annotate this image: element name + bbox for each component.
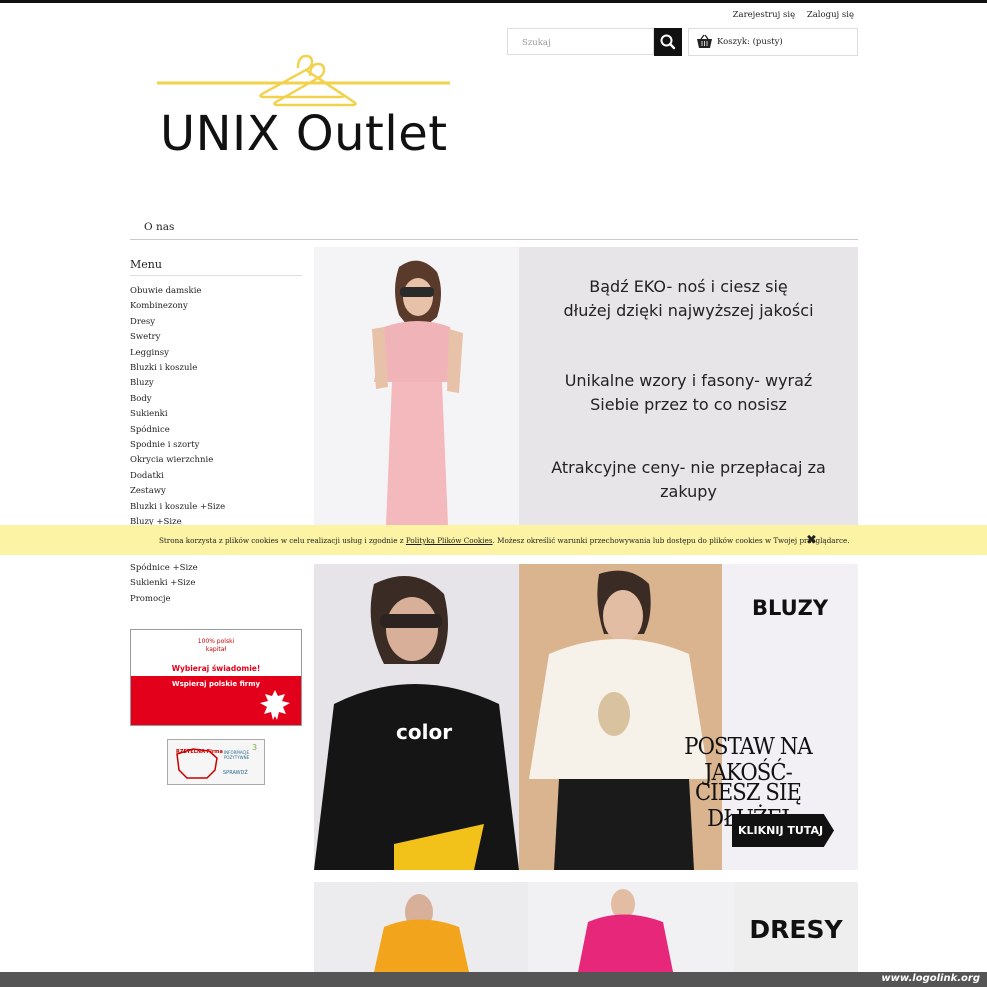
sidebar-item-sukienki-size[interactable]: Sukienki +Size — [130, 576, 198, 591]
rzetelna-title: RZETELNA Firma — [176, 749, 223, 755]
sidebar-menu: Menu Obuwie damskie Kombinezony Dresy Sw… — [130, 258, 302, 531]
dresy-model-photo-2 — [528, 882, 734, 972]
dresy-title: DRESY — [749, 915, 843, 944]
sidebar-item-bluzki[interactable]: Bluzki i koszule — [130, 361, 302, 376]
sidebar-item-spodnie[interactable]: Spodnie i szorty — [130, 438, 302, 453]
bluzy-title: BLUZY — [751, 596, 829, 620]
polish-capital-banner[interactable]: 100% polski kapitał Wybieraj świadomie! W… — [130, 629, 302, 726]
cookie-message: Strona korzysta z plików cookies w celu … — [159, 536, 850, 545]
cookie-text-after: . Możesz określić warunki przechowywania… — [492, 536, 850, 545]
dresy-banner[interactable]: DRESY — [314, 882, 858, 972]
sidebar-item-dodatki[interactable]: Dodatki — [130, 469, 302, 484]
hero-line-4: Siebie przez to co nosisz — [590, 395, 787, 414]
cookie-policy-link[interactable]: Polityką Plików Cookies — [406, 536, 493, 545]
login-link[interactable]: Zaloguj się — [807, 10, 854, 20]
sidebar-item-spodnice-size[interactable]: Spódnice +Size — [130, 561, 198, 576]
banner-line-1: 100% polski — [197, 638, 235, 645]
sidebar-item-bluzy[interactable]: Bluzy — [130, 376, 302, 391]
search-input[interactable]: Szukaj — [507, 28, 654, 55]
close-icon[interactable]: ✖ — [806, 533, 817, 548]
sidebar-item-legginsy[interactable]: Legginsy — [130, 346, 302, 361]
hero-line-3: Unikalne wzory i fasony- wyraź — [564, 371, 813, 390]
search-button[interactable] — [654, 28, 682, 56]
bluzy-banner[interactable]: color BLUZY POSTAW NA JAKOŚĆ- CIESZ SIĘ … — [314, 564, 858, 870]
sidebar-item-okrycia[interactable]: Okrycia wierzchnie — [130, 453, 302, 468]
rzetelna-check: SPRAWDŹ — [223, 770, 248, 776]
cookie-text-before: Strona korzysta z plików cookies w celu … — [159, 536, 406, 545]
sidebar-item-swetry[interactable]: Swetry — [130, 330, 302, 345]
sidebar-item-spodnice[interactable]: Spódnice — [130, 423, 302, 438]
banner-line-2: kapitał — [205, 646, 227, 653]
sidebar-item-obuwie[interactable]: Obuwie damskie — [130, 284, 302, 299]
cart-label: Koszyk: (pusty) — [717, 37, 783, 47]
cookie-bar: Strona korzysta z plików cookies w celu … — [0, 525, 987, 555]
sidebar-item-kombinezony[interactable]: Kombinezony — [130, 299, 302, 314]
account-links: Zarejestruj się Zaloguj się — [724, 10, 854, 20]
hero-line-1: Bądź EKO- noś i ciesz się — [589, 277, 788, 296]
sidebar-item-dresy[interactable]: Dresy — [130, 315, 302, 330]
menu-title: Menu — [130, 258, 302, 276]
sidebar-item-zestawy[interactable]: Zestawy — [130, 484, 302, 499]
hanger-icon — [157, 54, 450, 107]
cart-button[interactable]: Koszyk: (pusty) — [688, 28, 858, 56]
hero-line-6: zakupy — [660, 482, 717, 501]
eagle-icon — [260, 690, 290, 720]
logo-text: UNIX Outlet — [160, 106, 448, 162]
hero-line-2: dłużej dzięki najwyższej jakości — [563, 301, 814, 320]
basket-icon — [697, 34, 712, 48]
search-icon — [660, 34, 676, 50]
rzetelna-firma-badge[interactable]: RZETELNA Firma INFORMACJE POZYTYWNE SPRA… — [167, 739, 265, 785]
dresy-model-photo-1 — [314, 882, 528, 972]
sidebar-item-promocje[interactable]: Promocje — [130, 592, 198, 607]
hero-banner[interactable]: Bądź EKO- noś i ciesz się dłużej dzięki … — [314, 247, 858, 525]
hero-model-photo — [314, 247, 519, 525]
nav-item-o-nas[interactable]: O nas — [144, 221, 174, 233]
register-link[interactable]: Zarejestruj się — [733, 10, 796, 20]
footer-bar: www.logolink.org — [0, 972, 987, 987]
sidebar-menu-continued: Spódnice +Size Sukienki +Size Promocje — [130, 561, 198, 607]
sidebar-item-bluzki-size[interactable]: Bluzki i koszule +Size — [130, 500, 302, 515]
site-logo[interactable]: UNIX Outlet — [150, 48, 460, 168]
top-nav: O nas — [130, 219, 858, 240]
sidebar-item-sukienki[interactable]: Sukienki — [130, 407, 302, 422]
banner-line-3: Wybieraj świadomie! — [171, 664, 261, 673]
bluzy-model-photo-1: color — [314, 564, 519, 870]
cta-label: KLIKNIJ TUTAJ — [738, 824, 824, 837]
shirt-text: color — [396, 720, 452, 744]
cta-button[interactable]: KLIKNIJ TUTAJ — [732, 814, 834, 847]
bluzy-slogan-1: POSTAW NA JAKOŚĆ- — [684, 734, 812, 786]
hero-line-5: Atrakcyjne ceny- nie przepłacaj za — [551, 458, 826, 477]
top-border — [0, 0, 987, 3]
dresy-text-panel: DRESY — [734, 882, 858, 972]
footer-link[interactable]: www.logolink.org — [881, 973, 980, 984]
rzetelna-number: 3 — [252, 743, 258, 752]
sidebar-item-body[interactable]: Body — [130, 392, 302, 407]
